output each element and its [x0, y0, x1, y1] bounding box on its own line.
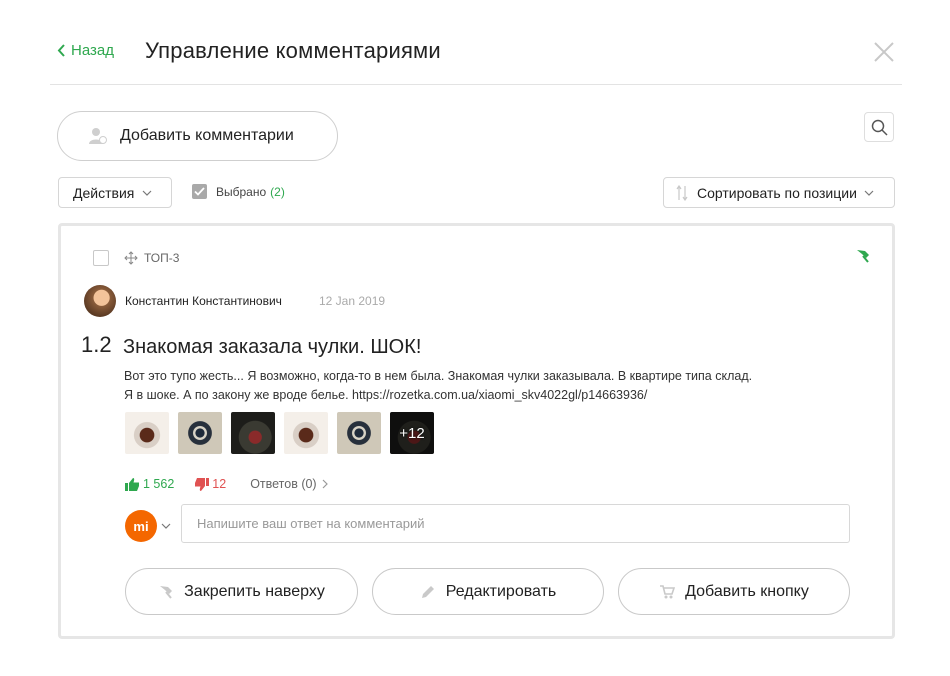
back-link[interactable]: Назад: [57, 42, 114, 59]
image-thumbnail[interactable]: [284, 412, 328, 454]
chevron-down-icon: [864, 190, 874, 196]
pencil-icon: [421, 585, 434, 598]
pin-icon[interactable]: [855, 248, 871, 264]
pin-top-label: Закрепить наверху: [184, 582, 325, 600]
dislikes-count: 12: [212, 477, 227, 491]
thumb-up-icon: [125, 477, 139, 491]
comment-text-line: Вот это тупо жесть... Я возможно, когда-…: [124, 369, 753, 383]
like-button[interactable]: 1 562: [125, 477, 174, 491]
back-label: Назад: [71, 42, 114, 59]
chevron-left-icon: [57, 44, 65, 57]
add-button-label: Добавить кнопку: [685, 582, 809, 600]
comment-text: Вот это тупо жесть... Я возможно, когда-…: [124, 367, 824, 405]
answers-link[interactable]: Ответов (0): [250, 477, 328, 491]
comment-title: Знакомая заказала чулки. ШОК!: [123, 336, 422, 358]
reply-input[interactable]: [181, 504, 850, 543]
sort-label: Сортировать по позиции: [697, 184, 857, 201]
answers-label: Ответов (0): [250, 477, 317, 491]
thumb-down-icon: [195, 477, 210, 491]
add-comments-label: Добавить комментарии: [120, 127, 294, 144]
check-icon[interactable]: [192, 184, 207, 199]
image-thumbnail[interactable]: [178, 412, 222, 454]
image-thumbnail[interactable]: [337, 412, 381, 454]
avatar: [84, 285, 116, 317]
chevron-right-icon: [322, 479, 328, 489]
selected-label: Выбрано: [216, 184, 267, 199]
edit-button[interactable]: Редактировать: [372, 568, 604, 615]
chevron-down-icon: [161, 523, 171, 529]
cart-icon: [660, 584, 676, 598]
search-button[interactable]: [864, 112, 894, 142]
dislike-button[interactable]: 12: [194, 477, 226, 491]
page-title: Управление комментариями: [145, 38, 441, 63]
sort-dropdown[interactable]: Сортировать по позиции: [663, 177, 895, 208]
comment-text-line: Я в шоке. А по закону же вроде белье. ht…: [124, 388, 648, 402]
actions-label: Действия: [73, 184, 135, 201]
more-images-count: +12: [399, 424, 425, 442]
drag-icon: [124, 251, 138, 265]
drag-handle[interactable]: ТОП-3: [124, 251, 179, 265]
comment-card: ТОП-3 Константин Константинович 12 Jan 2…: [58, 223, 895, 639]
user-add-icon: [88, 127, 108, 145]
actions-dropdown[interactable]: Действия: [58, 177, 172, 208]
reactions-row: 1 562 12 Ответов (0): [125, 477, 328, 491]
sort-icon: [676, 184, 688, 201]
header-divider: [50, 84, 902, 85]
search-icon: [871, 119, 888, 136]
pin-top-button[interactable]: Закрепить наверху: [125, 568, 358, 615]
reply-as-brand-selector[interactable]: mi: [125, 510, 171, 542]
comment-date: 12 Jan 2019: [319, 294, 386, 308]
edit-label: Редактировать: [445, 582, 557, 600]
pin-icon: [160, 585, 173, 599]
likes-count: 1 562: [143, 477, 175, 491]
brand-avatar: mi: [125, 510, 157, 542]
author-name: Константин Константинович: [125, 294, 282, 308]
comment-number: 1.2: [81, 332, 112, 357]
comment-checkbox[interactable]: [93, 250, 109, 266]
close-icon[interactable]: [873, 41, 895, 63]
selected-count: (2): [270, 184, 285, 199]
more-images-thumbnail[interactable]: +12: [390, 412, 434, 454]
add-button-button[interactable]: Добавить кнопку: [618, 568, 850, 615]
selected-toggle[interactable]: Выбрано (2): [192, 184, 285, 199]
image-thumbnail[interactable]: [231, 412, 275, 454]
add-comments-button[interactable]: Добавить комментарии: [57, 111, 338, 161]
image-thumbnail[interactable]: [125, 412, 169, 454]
chevron-down-icon: [142, 190, 152, 196]
top-tag: ТОП-3: [144, 251, 180, 265]
image-gallery: +12: [125, 412, 434, 454]
